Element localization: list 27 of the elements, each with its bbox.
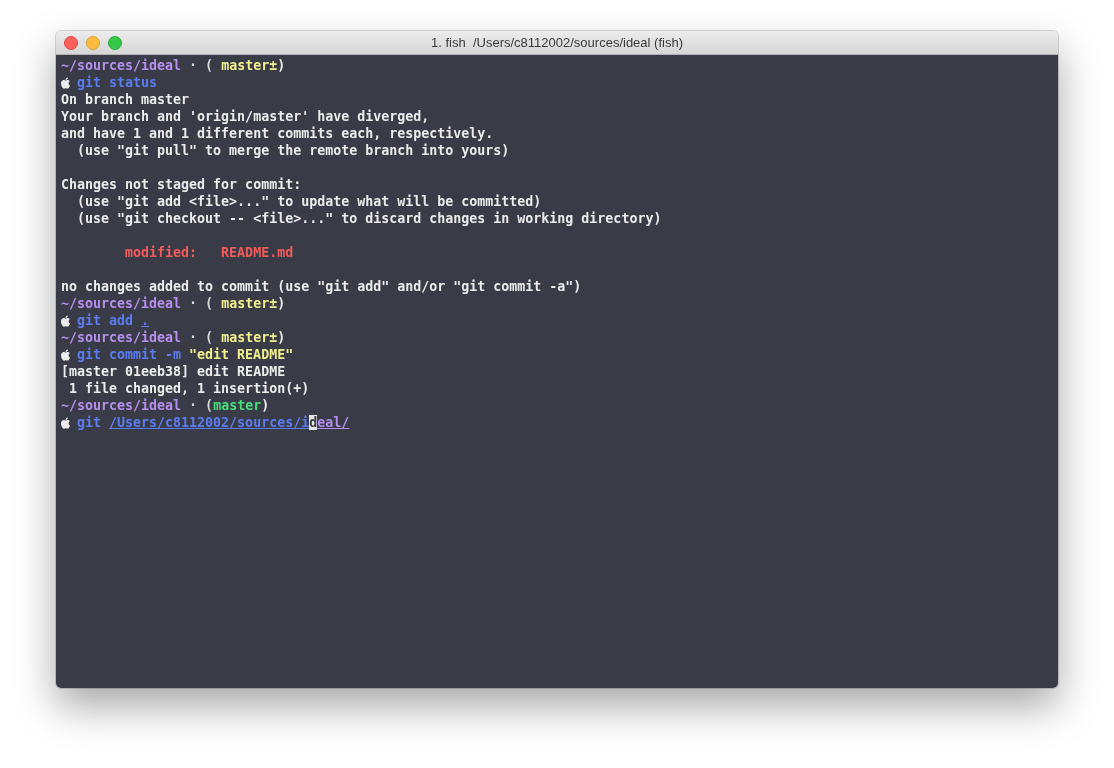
apple-icon <box>61 348 71 361</box>
apple-icon <box>61 416 71 429</box>
command-line: git /Users/c8112002/sources/ideal/ <box>77 414 350 431</box>
command-line: git status <box>77 74 158 91</box>
prompt-status-line: ~/sources/ideal · ( master±) <box>61 295 286 312</box>
command-line: git add . <box>77 312 150 329</box>
output-line: (use "git checkout -- <file>..." to discard changes in working directory) <box>76 210 662 227</box>
apple-icon <box>61 314 71 327</box>
output-line: Changes not staged for commit: <box>61 176 302 193</box>
prompt-status-line: ~/sources/ideal · ( master±) <box>61 57 286 74</box>
output-line: no changes added to commit (use "git add" and/or "git commit -a") <box>61 278 582 295</box>
close-button[interactable] <box>64 35 78 50</box>
prompt-status-line: ~/sources/ideal · ( master±) <box>61 329 286 346</box>
minimize-button[interactable] <box>86 35 100 50</box>
output-line: [master 01eeb38] edit README <box>61 363 286 380</box>
apple-icon <box>61 76 71 89</box>
output-line: (use "git pull" to merge the remote branch into yours) <box>76 142 510 159</box>
output-line: modified: README.md <box>124 244 294 261</box>
output-line: On branch master <box>61 91 190 108</box>
zoom-button[interactable] <box>108 35 122 50</box>
window-title: 1. fish /Users/c8112002/sources/ideal (fish) <box>431 35 683 50</box>
output-line: and have 1 and 1 different commits each, respectively. <box>61 125 494 142</box>
command-line: git commit -m "edit README" <box>77 346 294 363</box>
output-line: 1 file changed, 1 insertion(+) <box>68 380 310 397</box>
output-line: Your branch and 'origin/master' have diverged, <box>61 108 430 125</box>
output-line: (use "git add <file>..." to update what will be committed) <box>76 193 542 210</box>
prompt-status-line: ~/sources/ideal · (master) <box>61 397 270 414</box>
